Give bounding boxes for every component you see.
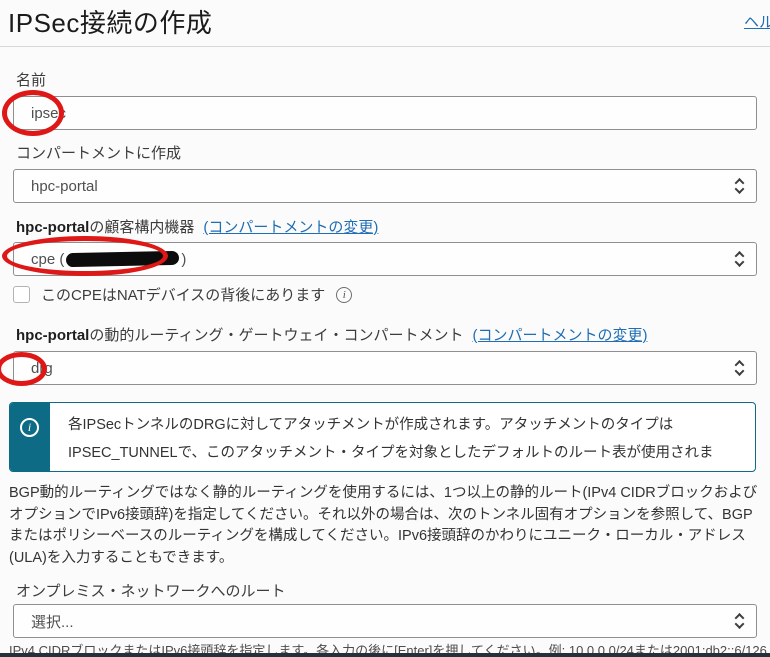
routes-select[interactable]: 選択... [13,604,757,638]
cpe-value-prefix: cpe ( [31,251,64,268]
routes-label: オンプレミス・ネットワークへのルート [16,580,286,601]
chevron-updown-icon [736,180,743,193]
cpe-value-suffix: ) [181,251,186,268]
create-ipsec-dialog: IPSec接続の作成 ヘルプ 名前 ipsec コンパートメントに作成 hpc-… [0,0,770,657]
info-banner: i 各IPSecトンネルのDRGに対してアタッチメントが作成されます。アタッチメ… [9,402,756,472]
routes-select-value: 選択... [31,611,74,632]
cpe-select-value: cpe () [31,251,186,268]
compartment-select[interactable]: hpc-portal [13,169,757,203]
name-label: 名前 [16,69,46,90]
drg-label: hpc-portalの動的ルーティング・ゲートウェイ・コンパートメント (コンパー… [16,324,647,345]
chevron-updown-icon [736,253,743,266]
info-banner-text: 各IPSecトンネルのDRGに対してアタッチメントが作成されます。アタッチメント… [68,411,740,472]
nat-checkbox-label: このCPEはNATデバイスの背後にあります [41,284,325,305]
compartment-select-value: hpc-portal [31,178,98,195]
bgp-note-text: BGP動的ルーティングではなく静的ルーティングを使用するには、1つ以上の静的ルー… [9,483,763,569]
cpe-select[interactable]: cpe () [13,242,757,276]
name-input-value: ipsec [31,105,66,122]
cpe-change-compartment-link[interactable]: (コンパートメントの変更) [203,219,378,236]
drg-label-suffix: の動的ルーティング・ゲートウェイ・コンパートメント [89,327,463,344]
cpe-label: hpc-portalの顧客構内機器 (コンパートメントの変更) [16,216,378,237]
drg-label-compartment: hpc-portal [16,327,89,344]
cpe-label-suffix: の顧客構内機器 [89,219,194,236]
cpe-label-compartment: hpc-portal [16,219,89,236]
redacted-text [66,251,179,267]
help-link[interactable]: ヘルプ [744,11,770,32]
compartment-label: コンパートメントに作成 [16,142,181,163]
nat-checkbox[interactable] [13,286,30,303]
page-title: IPSec接続の作成 [8,3,212,40]
name-input[interactable]: ipsec [13,96,757,130]
section-divider-bar [0,653,770,657]
drg-select-value: drg [31,360,53,377]
chevron-updown-icon [736,362,743,375]
info-icon[interactable]: i [336,287,352,303]
chevron-updown-icon [736,615,743,628]
drg-select[interactable]: drg [13,351,757,385]
nat-checkbox-row: このCPEはNATデバイスの背後にあります i [13,284,352,305]
drg-change-compartment-link[interactable]: (コンパートメントの変更) [472,327,647,344]
info-icon: i [20,418,39,437]
header-divider [0,46,770,47]
info-banner-accent-bar [10,403,50,471]
